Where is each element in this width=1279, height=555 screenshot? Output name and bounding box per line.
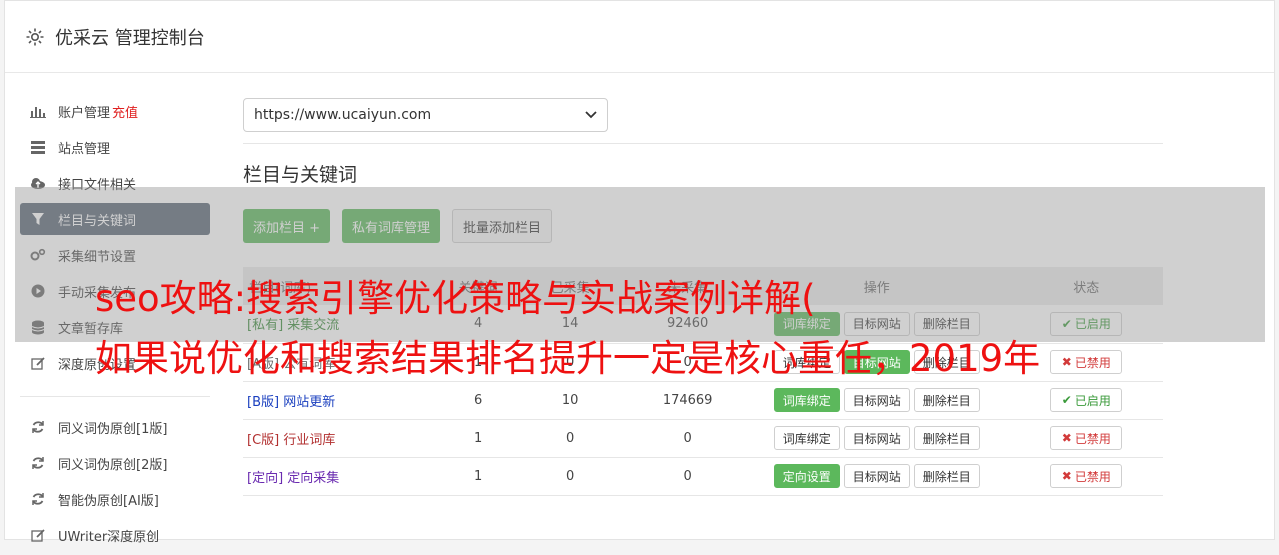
sidebar-item-label: 同义词伪原创[2版] bbox=[58, 457, 168, 473]
target-site-button[interactable]: 目标网站 bbox=[843, 426, 910, 450]
collected-count: 10 bbox=[508, 381, 632, 420]
edit-icon bbox=[30, 527, 46, 543]
uncollected-count: 0 bbox=[631, 419, 744, 458]
sidebar-item-label: 智能伪原创[AI版] bbox=[58, 493, 159, 509]
sidebar-item-label: 账户管理 bbox=[58, 105, 111, 121]
column-tag: [定向] bbox=[247, 470, 284, 486]
sidebar-item-sites[interactable]: 站点管理 bbox=[20, 131, 210, 163]
status-toggle[interactable]: ✔ 已启用 bbox=[1050, 388, 1123, 412]
keyword-count: 1 bbox=[447, 457, 509, 496]
check-icon: ✔ bbox=[1061, 393, 1072, 407]
sidebar-item-uwriter[interactable]: UWriter深度原创 bbox=[20, 519, 210, 551]
bind-lib-button[interactable]: 词库绑定 bbox=[773, 388, 840, 412]
overlay-headline: seo攻略:搜索引擎优化策略与实战案例详解( bbox=[95, 277, 816, 320]
uncollected-count: 174669 bbox=[631, 381, 744, 420]
delete-column-button[interactable]: 删除栏目 bbox=[913, 388, 980, 412]
column-name[interactable]: [B版] 网站更新 bbox=[243, 381, 448, 420]
column-tag: [B版] bbox=[247, 394, 280, 410]
target-site-button[interactable]: 目标网站 bbox=[843, 388, 910, 412]
gear-icon bbox=[26, 28, 44, 45]
server-icon bbox=[30, 139, 46, 155]
bar-chart-icon bbox=[30, 103, 46, 119]
refresh-icon bbox=[30, 491, 46, 507]
sidebar-item-synonym-v1[interactable]: 同义词伪原创[1版] bbox=[20, 411, 210, 443]
section-divider bbox=[243, 143, 1163, 144]
sidebar-item-label: 站点管理 bbox=[58, 141, 111, 157]
edit-icon bbox=[30, 355, 46, 371]
section-title: 栏目与关键词 bbox=[243, 164, 358, 186]
table-row: [B版] 网站更新 6 10 174669 词库绑定 目标网站 删除栏目 ✔ 已启用 bbox=[243, 381, 1163, 420]
delete-column-button[interactable]: 删除栏目 bbox=[913, 464, 980, 488]
sidebar-divider bbox=[20, 383, 210, 397]
table-row: [定向] 定向采集 1 0 0 定向设置 目标网站 删除栏目 ✖ 已禁用 bbox=[243, 457, 1163, 496]
page-title: 优采云 管理控制台 bbox=[55, 27, 205, 49]
x-icon: ✖ bbox=[1061, 431, 1072, 445]
target-site-button[interactable]: 目标网站 bbox=[843, 464, 910, 488]
collected-count: 0 bbox=[508, 457, 632, 496]
uncollected-count: 0 bbox=[631, 457, 744, 496]
sidebar-item-ai-original[interactable]: 智能伪原创[AI版] bbox=[20, 483, 210, 515]
column-tag: [C版] bbox=[247, 432, 280, 448]
sidebar-item-label: UWriter深度原创 bbox=[58, 529, 160, 545]
recharge-link[interactable]: 充值 bbox=[112, 102, 138, 121]
keyword-count: 1 bbox=[447, 419, 509, 458]
refresh-icon bbox=[30, 419, 46, 435]
chevron-down-icon bbox=[585, 111, 597, 119]
sidebar-item-account[interactable]: 账户管理 充值 bbox=[20, 95, 210, 127]
keyword-count: 6 bbox=[447, 381, 509, 420]
refresh-icon bbox=[30, 455, 46, 471]
status-label: 已禁用 bbox=[1074, 469, 1111, 484]
column-label: 定向采集 bbox=[287, 470, 340, 486]
status-label: 已禁用 bbox=[1074, 355, 1111, 370]
status-label: 已禁用 bbox=[1074, 431, 1111, 446]
row-actions: 词库绑定 目标网站 删除栏目 bbox=[744, 426, 1010, 450]
row-actions: 定向设置 目标网站 删除栏目 bbox=[744, 464, 1010, 488]
collected-count: 0 bbox=[508, 419, 632, 458]
x-icon: ✖ bbox=[1061, 469, 1072, 483]
column-name[interactable]: [定向] 定向采集 bbox=[243, 457, 448, 496]
table-row: [C版] 行业词库 1 0 0 词库绑定 目标网站 删除栏目 ✖ 已禁用 bbox=[243, 419, 1163, 458]
status-label: 已启用 bbox=[1074, 393, 1111, 408]
status-toggle[interactable]: ✖ 已禁用 bbox=[1050, 426, 1123, 450]
site-select-value: https://www.ucaiyun.com bbox=[254, 107, 432, 123]
overlay-subheadline: 如果说优化和搜索结果排名提升一定是核心重任，2019年 bbox=[95, 337, 1041, 380]
status-toggle[interactable]: ✖ 已禁用 bbox=[1050, 464, 1123, 488]
console-header: 优采云 管理控制台 bbox=[5, 1, 1274, 73]
site-select[interactable]: https://www.ucaiyun.com bbox=[243, 98, 608, 132]
sidebar-item-label: 同义词伪原创[1版] bbox=[58, 421, 168, 437]
row-actions: 词库绑定 目标网站 删除栏目 bbox=[744, 388, 1010, 412]
delete-column-button[interactable]: 删除栏目 bbox=[913, 426, 980, 450]
x-icon: ✖ bbox=[1061, 355, 1072, 369]
column-label: 网站更新 bbox=[283, 394, 336, 410]
bind-lib-button[interactable]: 词库绑定 bbox=[773, 426, 840, 450]
status-toggle[interactable]: ✖ 已禁用 bbox=[1050, 350, 1123, 374]
directed-settings-button[interactable]: 定向设置 bbox=[773, 464, 840, 488]
column-label: 行业词库 bbox=[283, 432, 336, 448]
column-name[interactable]: [C版] 行业词库 bbox=[243, 419, 448, 458]
sidebar-item-synonym-v2[interactable]: 同义词伪原创[2版] bbox=[20, 447, 210, 479]
